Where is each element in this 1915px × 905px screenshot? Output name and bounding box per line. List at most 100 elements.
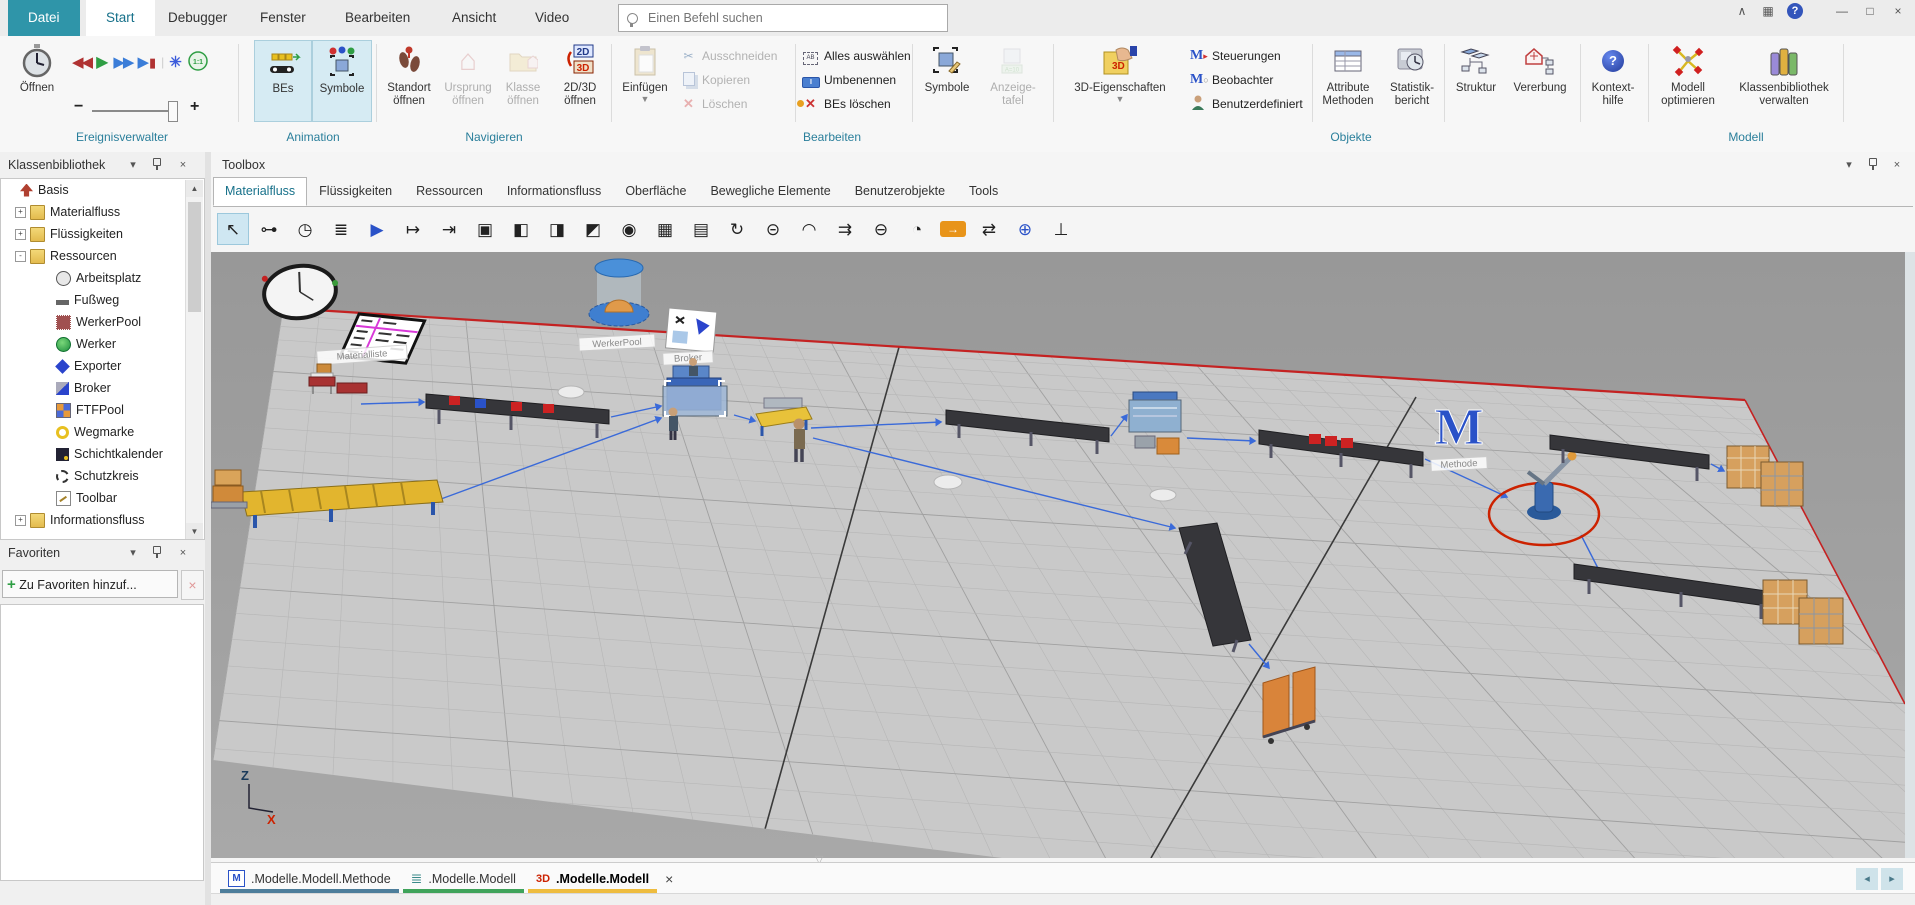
tree-item-materialfluss[interactable]: + Materialfluss	[1, 201, 204, 223]
tree-item-wegmarke[interactable]: Wegmarke	[1, 421, 204, 443]
3d-viewport[interactable]: Materialliste WerkerPool Broker	[211, 252, 1905, 858]
menu-start[interactable]: Start	[86, 0, 155, 36]
tree-item-schichtkalender[interactable]: Schichtkalender	[1, 443, 204, 465]
tree-item-ressourcen[interactable]: - Ressourcen	[1, 245, 204, 267]
tree-item-werkerpool[interactable]: WerkerPool	[1, 311, 204, 333]
tool-dismantle-station[interactable]: ◩	[577, 213, 609, 245]
toolbox-tab-informationsfluss[interactable]: Informationsfluss	[495, 177, 613, 206]
toolbox-tab-ressourcen[interactable]: Ressourcen	[404, 177, 495, 206]
inheritance-button[interactable]: Vererbung	[1508, 40, 1572, 95]
pin-icon[interactable]	[1863, 152, 1883, 178]
3d-properties-button[interactable]: 3D 3D-Eigenschaften ▼	[1058, 40, 1182, 104]
tab-nav-prev[interactable]: ◂	[1856, 868, 1878, 890]
play-icon[interactable]: ▶	[96, 52, 108, 72]
open-class-button[interactable]: Klasse öffnen	[497, 40, 549, 108]
realtime-clock-icon[interactable]: 1:1	[187, 50, 209, 75]
attributes-methods-button[interactable]: Attribute Methoden	[1316, 40, 1380, 108]
minimize-button[interactable]: —	[1829, 0, 1855, 22]
display-panel-button[interactable]: A=10 Anzeige-tafel	[980, 40, 1046, 108]
tool-line[interactable]: ▤	[685, 213, 717, 245]
close-button[interactable]: ×	[1885, 0, 1911, 22]
speed-minus[interactable]: −	[74, 98, 83, 116]
menu-video[interactable]: Video	[515, 0, 589, 36]
dropdown-icon[interactable]: ▾	[123, 152, 143, 178]
debug-spider-icon[interactable]: ✳	[169, 53, 182, 71]
toolbox-tab-bewegliche-elemente[interactable]: Bewegliche Elemente	[698, 177, 842, 206]
dropdown-icon[interactable]: ▾	[123, 540, 143, 566]
remove-favorite-button[interactable]: ×	[181, 570, 204, 600]
maximize-button[interactable]: □	[1857, 0, 1883, 22]
paste-button[interactable]: Einfügen ▼	[616, 40, 674, 104]
tool-event-controller[interactable]: ◷	[289, 213, 321, 245]
tree-item-toolbar[interactable]: Toolbar	[1, 487, 204, 509]
tool-trigger[interactable]: ▶	[361, 213, 393, 245]
structure-button[interactable]: Struktur	[1446, 40, 1506, 95]
animate-mus-button[interactable]: BEs	[254, 40, 312, 122]
tool-curve[interactable]: ◠	[793, 213, 825, 245]
eventcontroller-open-button[interactable]: Öffnen	[8, 40, 66, 95]
tool-transfer-station[interactable]: →	[940, 221, 966, 237]
tool-flow-control[interactable]: ⊥	[1045, 213, 1077, 245]
close-panel-icon[interactable]: ×	[173, 152, 193, 178]
ribbon-collapse-icon[interactable]: ∧	[1729, 0, 1755, 22]
viewport-scrollbar[interactable]	[1905, 252, 1915, 858]
toolbox-tab-tools[interactable]: Tools	[957, 177, 1010, 206]
close-tab-icon[interactable]: ×	[659, 871, 679, 887]
tool-assembly-station[interactable]: ◨	[541, 213, 573, 245]
context-help-button[interactable]: ? Kontext-hilfe	[1582, 40, 1644, 108]
tool-buffer[interactable]: ◉	[613, 213, 645, 245]
panel-layout-icon[interactable]: ▦	[1755, 0, 1781, 22]
broker-placard[interactable]: Broker	[663, 308, 717, 365]
tree-item-arbeitsplatz[interactable]: Arbeitsplatz	[1, 267, 204, 289]
worker-pool[interactable]: WerkerPool	[579, 259, 656, 351]
observer-button[interactable]: M○Beobachter	[1190, 68, 1273, 92]
speed-plus[interactable]: +	[190, 98, 199, 116]
command-search[interactable]	[618, 4, 948, 32]
tool-crossing[interactable]: ⊕	[1009, 213, 1041, 245]
tree-item-basis[interactable]: Basis	[1, 179, 204, 201]
optimize-model-button[interactable]: Modell optimieren	[1652, 40, 1724, 108]
tool-select-tool[interactable]: ↖	[217, 213, 249, 245]
speed-slider-thumb[interactable]	[168, 101, 178, 122]
menu-debugger[interactable]: Debugger	[148, 0, 247, 36]
menu-ansicht[interactable]: Ansicht	[432, 0, 516, 36]
menu-bearbeiten[interactable]: Bearbeiten	[325, 0, 430, 36]
copy-button[interactable]: Kopieren	[680, 68, 750, 92]
tree-expander[interactable]: -	[15, 251, 26, 262]
tree-expander[interactable]: +	[15, 207, 26, 218]
search-input[interactable]	[646, 10, 900, 26]
toolbox-tab-oberfl-che[interactable]: Oberfläche	[613, 177, 698, 206]
add-to-favorites-button[interactable]: + Zu Favoriten hinzuf...	[2, 570, 178, 598]
tool-interface[interactable]: ≣	[325, 213, 357, 245]
tree-expander[interactable]: +	[15, 229, 26, 240]
tree-expander[interactable]: +	[15, 515, 26, 526]
tab-modelle-modell-methode[interactable]: M .Modelle.Modell.Methode	[218, 863, 401, 894]
tree-item-schutzkreis[interactable]: Schutzkreis	[1, 465, 204, 487]
scroll-thumb[interactable]	[188, 202, 201, 312]
scroll-down-icon[interactable]: ▼	[186, 523, 203, 540]
tree-item-informationsfluss[interactable]: + Informationsfluss	[1, 509, 204, 531]
speed-slider-track[interactable]	[92, 110, 178, 112]
tree-item-fl-ssigkeiten[interactable]: + Flüssigkeiten	[1, 223, 204, 245]
method-object[interactable]: M Methode	[1431, 399, 1488, 471]
userdefined-button[interactable]: Benutzerdefiniert	[1190, 92, 1303, 116]
tool-connector[interactable]: ⊶	[253, 213, 285, 245]
open-location-button[interactable]: Standort öffnen	[380, 40, 438, 108]
statistics-report-button[interactable]: Statistik-bericht	[1382, 40, 1442, 108]
tool-two-lane-track[interactable]: ⇄	[973, 213, 1005, 245]
fast-forward-icon[interactable]: ▶▶	[113, 53, 132, 71]
tab-nav-next[interactable]: ▸	[1881, 868, 1903, 890]
tree-item-broker[interactable]: Broker	[1, 377, 204, 399]
close-panel-icon[interactable]: ×	[173, 540, 193, 566]
pin-icon[interactable]	[147, 152, 167, 178]
tree-item-exporter[interactable]: Exporter	[1, 355, 204, 377]
tool-track[interactable]: ⇉	[829, 213, 861, 245]
tool-cycle[interactable]: ↻	[721, 213, 753, 245]
help-icon[interactable]: ?	[1787, 3, 1803, 19]
tool-place-buffer[interactable]: ▦	[649, 213, 681, 245]
machine-station-2[interactable]	[1129, 392, 1181, 454]
tab-modelle-modell-2d[interactable]: ≣ .Modelle.Modell	[401, 863, 526, 894]
tool-turntable[interactable]: ⊖	[865, 213, 897, 245]
menu-datei[interactable]: Datei	[8, 0, 80, 36]
pallet-stack[interactable]	[211, 470, 247, 508]
